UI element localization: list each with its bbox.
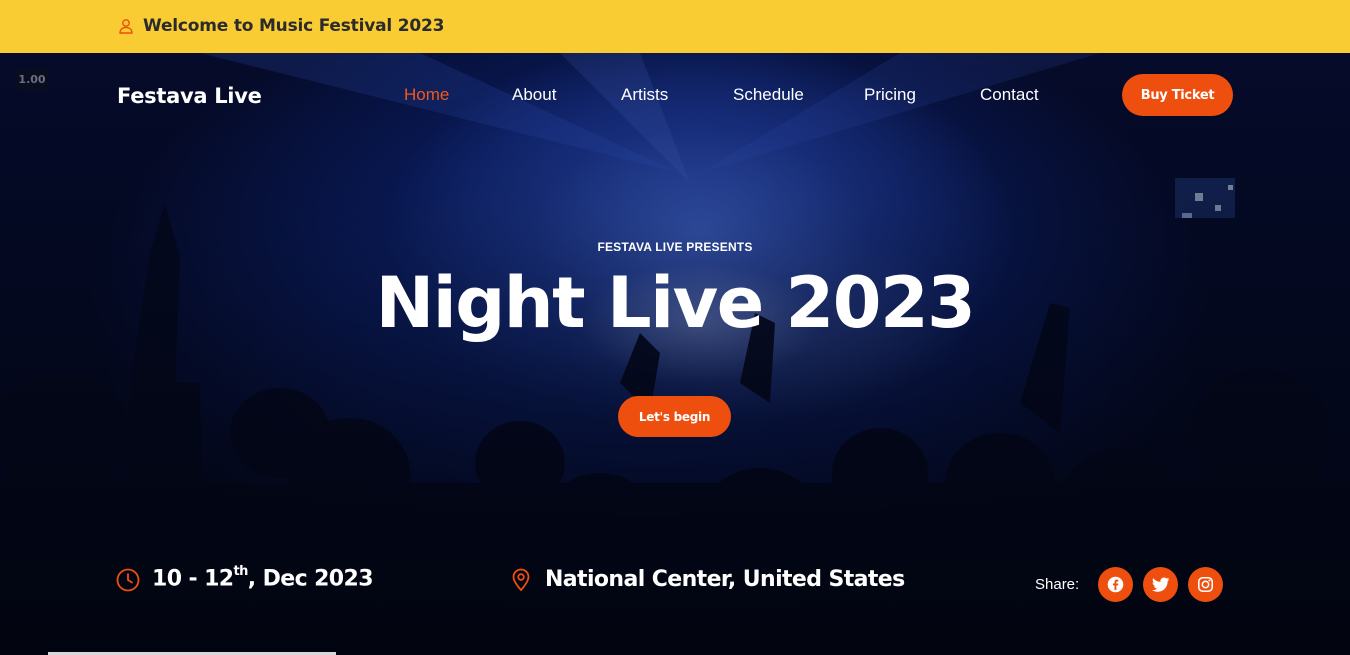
twitter-share-button[interactable]: [1143, 567, 1178, 602]
event-date-day: 10 - 12: [152, 566, 234, 592]
hero-title: Night Live 2023: [375, 262, 976, 344]
buy-ticket-button[interactable]: Buy Ticket: [1122, 74, 1233, 116]
lets-begin-button[interactable]: Let's begin: [618, 396, 731, 437]
facebook-icon: [1107, 576, 1124, 593]
event-info-row: 10 - 12th, Dec 2023 National Center, Uni…: [0, 560, 1350, 610]
twitter-icon: [1151, 577, 1169, 592]
hero-eyebrow: FESTAVA LIVE PRESENTS: [597, 240, 753, 254]
nav-schedule[interactable]: Schedule: [733, 85, 804, 105]
facebook-share-button[interactable]: [1098, 567, 1133, 602]
instagram-share-button[interactable]: [1188, 567, 1223, 602]
nav-pricing[interactable]: Pricing: [864, 85, 916, 105]
event-date: 10 - 12th, Dec 2023: [152, 564, 374, 592]
event-date-month: , Dec 2023: [247, 566, 374, 592]
clock-icon: [116, 568, 140, 592]
nav-home[interactable]: Home: [404, 85, 449, 105]
welcome-text: Welcome to Music Festival 2023: [143, 16, 445, 36]
announcement-bar: Welcome to Music Festival 2023: [0, 0, 1350, 53]
event-location: National Center, United States: [545, 567, 905, 592]
map-pin-icon: [512, 568, 530, 592]
instagram-icon: [1197, 576, 1214, 593]
nav-artists[interactable]: Artists: [621, 85, 668, 105]
nav-contact[interactable]: Contact: [980, 85, 1039, 105]
user-icon: [119, 19, 133, 34]
event-date-suffix: th: [233, 564, 248, 579]
share-label: Share:: [1035, 576, 1080, 593]
nav-about[interactable]: About: [512, 85, 556, 105]
